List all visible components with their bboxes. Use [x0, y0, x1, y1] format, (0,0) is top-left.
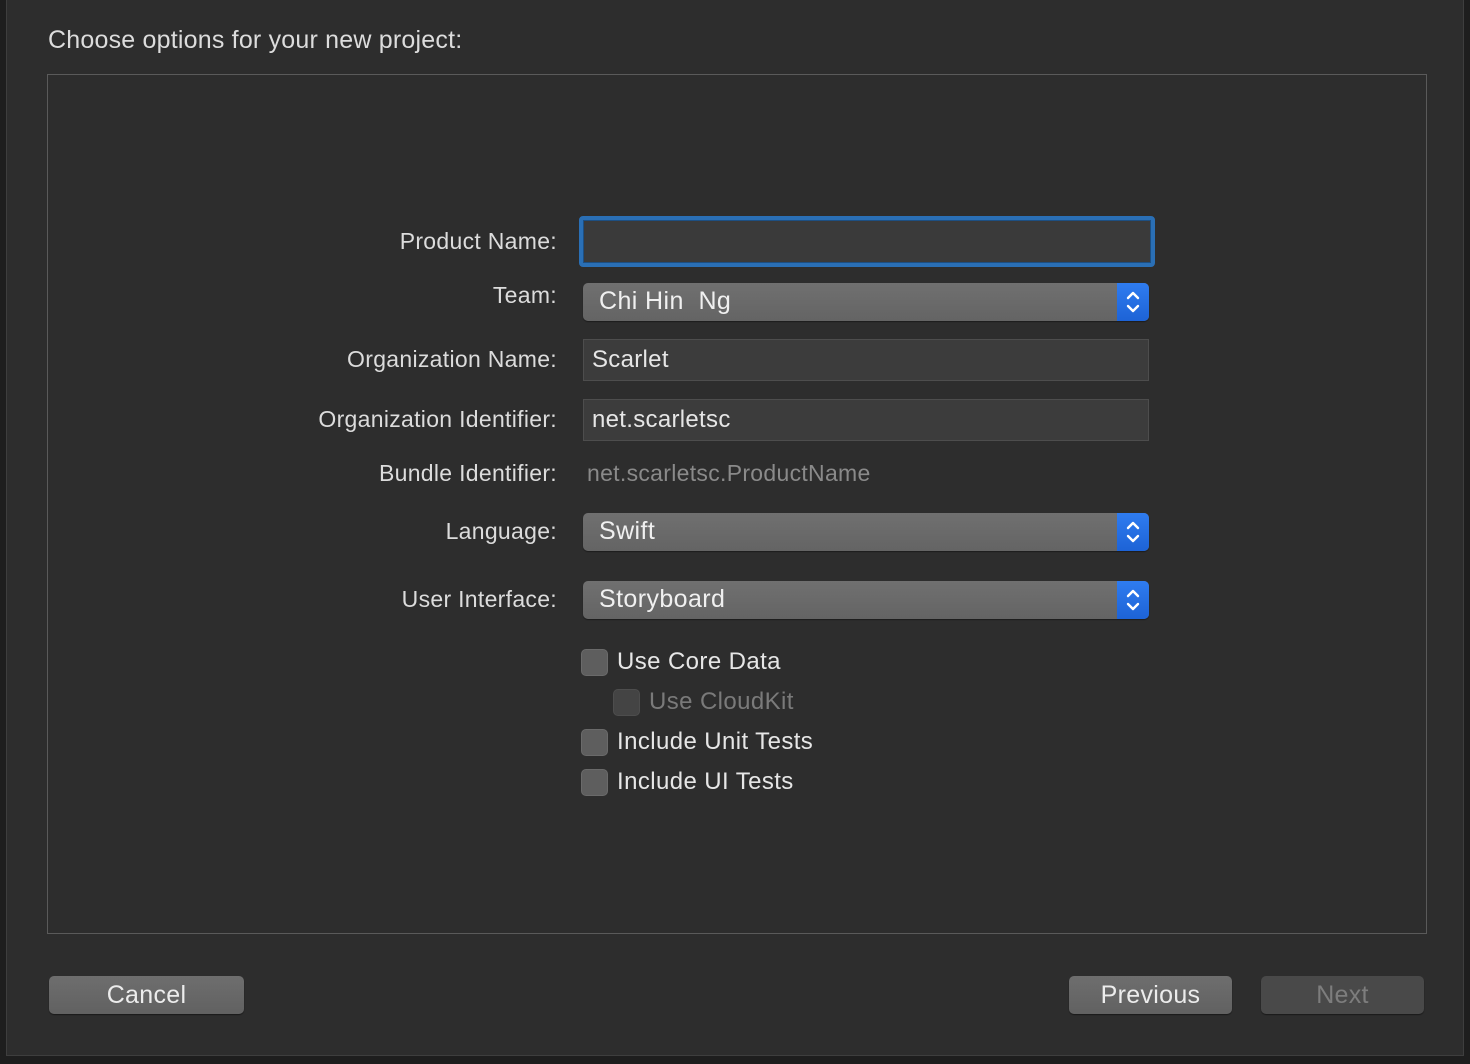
team-label: Team: — [492, 282, 557, 308]
team-popup-value: Chi Hin Ng — [599, 287, 732, 315]
language-popup[interactable]: Swift — [583, 513, 1149, 551]
include-ui-tests-label: Include UI Tests — [617, 768, 794, 795]
use-cloudkit-checkbox — [613, 689, 640, 716]
chevron-up-down-icon — [1117, 581, 1149, 619]
chevron-up-down-icon — [1117, 513, 1149, 551]
product-name-field[interactable] — [579, 216, 1155, 267]
organization-identifier-field[interactable] — [583, 399, 1149, 441]
language-label: Language: — [445, 518, 557, 544]
product-name-label: Product Name: — [399, 228, 557, 254]
language-popup-value: Swift — [599, 517, 656, 545]
use-cloudkit-label: Use CloudKit — [649, 688, 794, 715]
organization-identifier-label: Organization Identifier: — [318, 406, 557, 432]
options-panel — [47, 74, 1427, 934]
user-interface-label: User Interface: — [401, 586, 557, 612]
next-button: Next — [1261, 976, 1424, 1014]
organization-name-field[interactable] — [583, 339, 1149, 381]
use-core-data-checkbox[interactable] — [581, 649, 608, 676]
include-unit-tests-label: Include Unit Tests — [617, 728, 814, 755]
chevron-up-down-icon — [1117, 283, 1149, 321]
organization-name-label: Organization Name: — [347, 346, 557, 372]
include-unit-tests-checkbox[interactable] — [581, 729, 608, 756]
bundle-identifier-label: Bundle Identifier: — [378, 460, 557, 486]
previous-button[interactable]: Previous — [1069, 976, 1232, 1014]
dialog-title: Choose options for your new project: — [48, 26, 463, 54]
include-ui-tests-checkbox[interactable] — [581, 769, 608, 796]
use-core-data-label: Use Core Data — [617, 648, 781, 675]
user-interface-popup-value: Storyboard — [599, 585, 726, 613]
new-project-dialog: Choose options for your new project: Pro… — [6, 0, 1464, 1056]
team-popup[interactable]: Chi Hin Ng — [583, 283, 1149, 321]
user-interface-popup[interactable]: Storyboard — [583, 581, 1149, 619]
bundle-identifier-value: net.scarletsc.ProductName — [587, 460, 871, 486]
cancel-button[interactable]: Cancel — [49, 976, 244, 1014]
